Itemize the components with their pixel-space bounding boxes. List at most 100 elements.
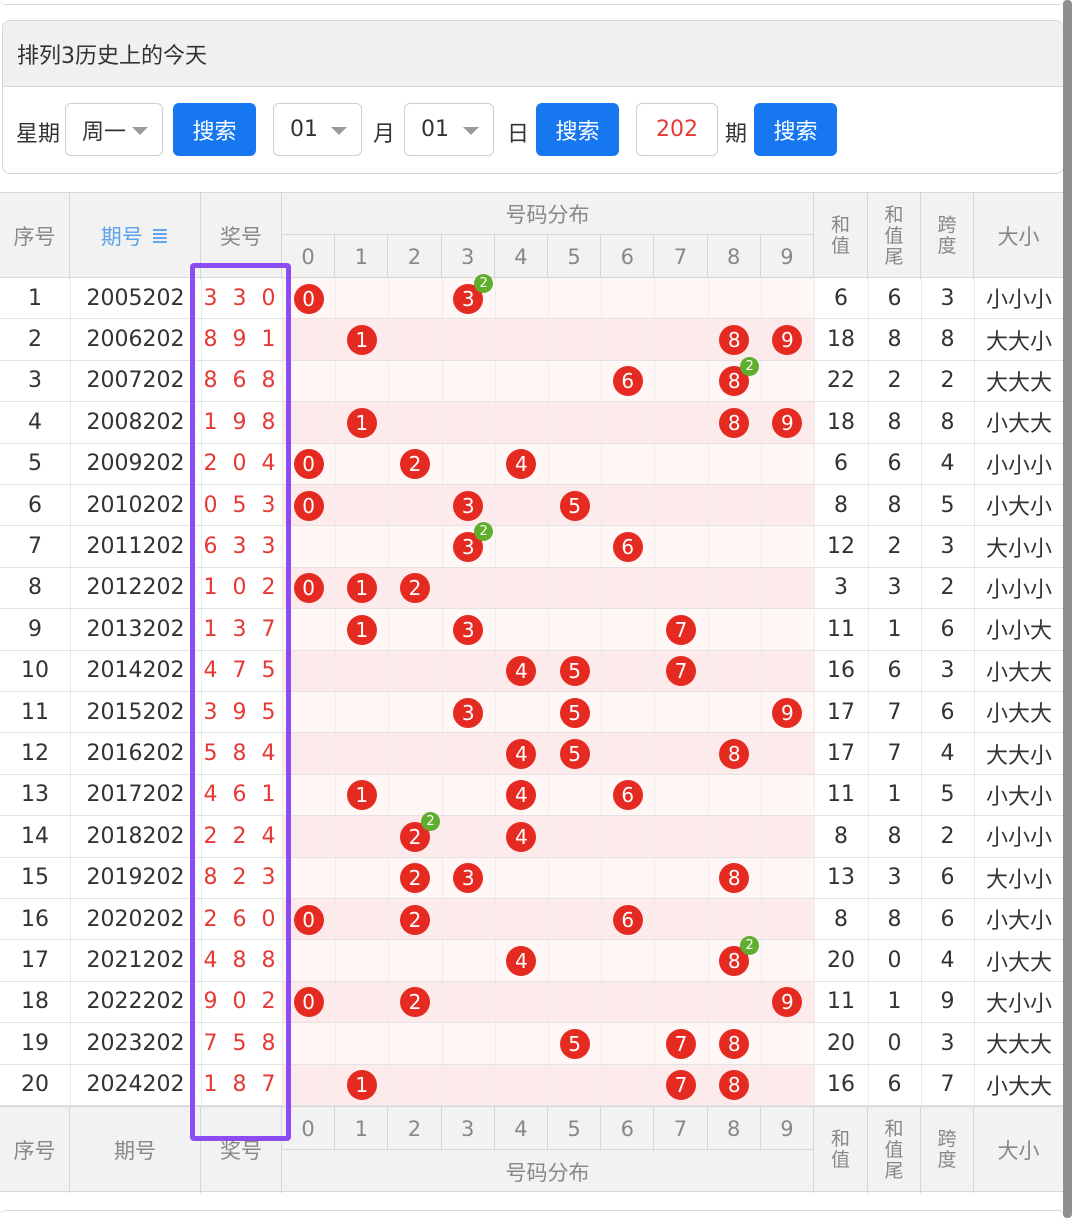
row-size: 大大大 [985, 1033, 1052, 1059]
issue-input[interactable]: 202 [636, 103, 718, 156]
row-period: 2007202 [86, 368, 185, 394]
digit-divider [707, 981, 709, 1023]
column-divider [282, 526, 283, 567]
issue-search-button[interactable]: 搜索 [754, 103, 837, 156]
digit-divider [601, 981, 603, 1023]
number-ball: 5 [559, 656, 590, 687]
chevron-down-icon [463, 127, 479, 135]
column-divider [282, 650, 283, 691]
row-index: 11 [21, 699, 49, 725]
digit-divider [654, 567, 656, 609]
weekday-select[interactable]: 周一 [65, 103, 163, 156]
digit-divider [548, 1064, 549, 1105]
digit-divider [388, 319, 390, 360]
digit-divider [388, 774, 390, 816]
column-divider [282, 940, 283, 981]
digit-divider [335, 278, 337, 319]
digit-divider [335, 443, 337, 484]
column-divider [282, 609, 283, 650]
digit-divider [760, 485, 762, 526]
head-digits-5: 5 [548, 235, 602, 279]
row-size: 大小小 [985, 867, 1052, 893]
table-row: 15 2019202 8 2 3 13 3 6 大小小 2 3 8 [0, 857, 1064, 899]
row-period: 2014202 [86, 658, 185, 684]
date-search-button[interactable]: 搜索 [536, 103, 619, 156]
day-select[interactable]: 01 [404, 103, 494, 156]
digit-divider [760, 650, 762, 691]
row-size: 小小小 [985, 288, 1052, 314]
digit-divider [654, 443, 656, 484]
digit-divider [388, 1064, 390, 1105]
number-ball: 1 [346, 1070, 377, 1101]
digit-divider [654, 899, 656, 940]
digit-divider [388, 816, 390, 857]
digit-divider [548, 485, 549, 526]
digit-divider [548, 650, 549, 691]
number-ball: 6 [612, 532, 643, 563]
column-divider [282, 360, 283, 402]
row-sum: 18 [827, 409, 855, 435]
row-period: 2020202 [86, 906, 185, 932]
day-value: 01 [421, 117, 449, 142]
digit-divider [601, 650, 603, 691]
column-divider [282, 692, 283, 733]
number-ball: 0 [293, 987, 324, 1018]
digit-divider [707, 319, 709, 360]
table-row: 14 2018202 2 2 4 8 8 2 小小小 2 2 4 [0, 811, 1064, 858]
header-period[interactable]: 期号 ≣ [70, 193, 201, 279]
digit-divider [548, 816, 549, 857]
month-select[interactable]: 01 [273, 103, 362, 156]
digit-divider [654, 402, 656, 443]
footer-sum: 和值 [814, 1107, 868, 1193]
digit-divider [548, 526, 549, 567]
scrollbar[interactable] [1063, 0, 1072, 1218]
digit-divider [494, 774, 496, 816]
digit-divider [601, 278, 603, 319]
digit-divider [441, 816, 443, 857]
row-draw: 1 9 8 [203, 409, 280, 435]
table-row: 4 2008202 1 9 8 18 8 8 小大大 1 8 9 [0, 402, 1064, 444]
weekday-search-button[interactable]: 搜索 [173, 103, 256, 156]
column-divider [282, 857, 283, 898]
digit-divider [707, 278, 709, 319]
row-draw: 4 7 5 [203, 658, 280, 684]
row-span: 4 [940, 948, 955, 974]
header-sum-tail: 和值尾 [868, 193, 921, 279]
digit-divider [388, 443, 390, 484]
foot-digits-7: 7 [654, 1107, 708, 1151]
digit-divider [494, 526, 496, 567]
header-span-label: 跨度 [937, 214, 957, 257]
row-period: 2021202 [86, 948, 185, 974]
digit-divider [388, 485, 390, 526]
digit-divider [760, 733, 762, 774]
row-sum: 16 [827, 658, 855, 684]
row-span: 3 [940, 534, 955, 560]
row-size: 小小大 [985, 619, 1052, 645]
row-sum: 8 [834, 906, 848, 932]
digit-divider [601, 485, 603, 526]
digit-divider [494, 278, 496, 319]
digit-divider [335, 981, 337, 1023]
number-ball: 7 [666, 1028, 696, 1059]
row-sum-tail: 6 [887, 1072, 902, 1098]
head-digits-6: 6 [601, 235, 655, 279]
row-index: 3 [28, 368, 42, 394]
digit-divider [760, 567, 762, 609]
sort-icon[interactable]: ≣ [151, 224, 169, 249]
row-sum: 17 [827, 741, 855, 767]
number-ball: 0 [293, 490, 324, 521]
number-ball: 3 [453, 614, 484, 645]
row-index: 20 [21, 1072, 49, 1098]
row-sum: 22 [827, 368, 855, 394]
digit-divider [494, 443, 496, 484]
row-sum-tail: 6 [887, 451, 902, 477]
table-row: 13 2017202 4 6 1 11 1 5 小大小 1 4 6 [0, 774, 1064, 817]
row-draw: 3 9 5 [203, 699, 280, 725]
digit-divider [760, 360, 762, 402]
digit-divider [441, 278, 443, 319]
foot-digits-6: 6 [601, 1107, 655, 1151]
row-sum: 6 [834, 285, 848, 311]
digit-divider [548, 940, 549, 981]
digit-divider [760, 278, 762, 319]
digit-divider [548, 981, 549, 1023]
